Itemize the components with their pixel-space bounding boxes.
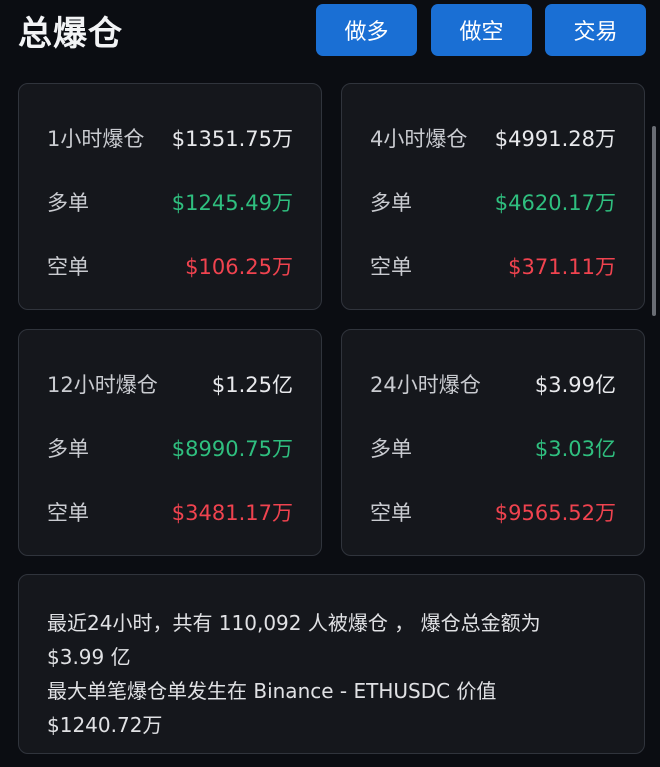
total-row: 4小时爆仓 $4991.28万 xyxy=(370,122,616,154)
total-row: 1小时爆仓 $1351.75万 xyxy=(47,122,293,154)
long-value: $4620.17万 xyxy=(494,191,616,215)
period-label: 4小时爆仓 xyxy=(370,127,468,151)
header: 总爆仓 做多 做空 交易 xyxy=(0,0,660,62)
long-row: 多单 $4620.17万 xyxy=(370,186,616,218)
short-label: 空单 xyxy=(47,255,89,279)
summary-line: 最大单笔爆仓单发生在 Binance - ETHUSDC 价值 xyxy=(47,679,497,703)
period-label: 24小时爆仓 xyxy=(370,373,481,397)
liquidation-card-4h: 4小时爆仓 $4991.28万 多单 $4620.17万 空单 $371.11万 xyxy=(341,83,645,310)
short-button[interactable]: 做空 xyxy=(431,4,532,56)
total-value: $1351.75万 xyxy=(171,127,293,151)
short-row: 空单 $3481.17万 xyxy=(47,496,293,528)
long-label: 多单 xyxy=(370,191,412,215)
total-row: 24小时爆仓 $3.99亿 xyxy=(370,368,616,400)
long-button[interactable]: 做多 xyxy=(316,4,417,56)
summary-panel: 最近24小时，共有 110,092 人被爆仓 ， 爆仓总金额为 $3.99 亿 … xyxy=(18,574,645,754)
liquidation-card-1h: 1小时爆仓 $1351.75万 多单 $1245.49万 空单 $106.25万 xyxy=(18,83,322,310)
liquidation-card-12h: 12小时爆仓 $1.25亿 多单 $8990.75万 空单 $3481.17万 xyxy=(18,329,322,556)
short-label: 空单 xyxy=(47,501,89,525)
short-value: $3481.17万 xyxy=(171,501,293,525)
long-value: $8990.75万 xyxy=(171,437,293,461)
summary-total-amount: $3.99 亿 xyxy=(47,645,131,669)
long-row: 多单 $3.03亿 xyxy=(370,432,616,464)
period-label: 1小时爆仓 xyxy=(47,127,145,151)
trade-button[interactable]: 交易 xyxy=(545,4,646,56)
summary-line: 最近24小时，共有 110,092 人被爆仓 ， 爆仓总金额为 xyxy=(47,611,541,635)
long-row: 多单 $8990.75万 xyxy=(47,432,293,464)
total-value: $4991.28万 xyxy=(494,127,616,151)
long-row: 多单 $1245.49万 xyxy=(47,186,293,218)
page-title: 总爆仓 xyxy=(18,14,123,54)
liquidation-card-24h: 24小时爆仓 $3.99亿 多单 $3.03亿 空单 $9565.52万 xyxy=(341,329,645,556)
long-label: 多单 xyxy=(47,437,89,461)
short-row: 空单 $371.11万 xyxy=(370,250,616,282)
period-label: 12小时爆仓 xyxy=(47,373,158,397)
long-label: 多单 xyxy=(370,437,412,461)
short-value: $9565.52万 xyxy=(494,501,616,525)
total-value: $1.25亿 xyxy=(211,373,293,397)
total-value: $3.99亿 xyxy=(534,373,616,397)
short-value: $371.11万 xyxy=(508,255,616,279)
summary-largest-amount: $1240.72万 xyxy=(47,713,163,737)
scrollbar[interactable] xyxy=(652,126,656,316)
short-label: 空单 xyxy=(370,501,412,525)
short-label: 空单 xyxy=(370,255,412,279)
long-value: $3.03亿 xyxy=(534,437,616,461)
short-row: 空单 $9565.52万 xyxy=(370,496,616,528)
long-value: $1245.49万 xyxy=(171,191,293,215)
short-value: $106.25万 xyxy=(185,255,293,279)
long-label: 多单 xyxy=(47,191,89,215)
total-row: 12小时爆仓 $1.25亿 xyxy=(47,368,293,400)
short-row: 空单 $106.25万 xyxy=(47,250,293,282)
